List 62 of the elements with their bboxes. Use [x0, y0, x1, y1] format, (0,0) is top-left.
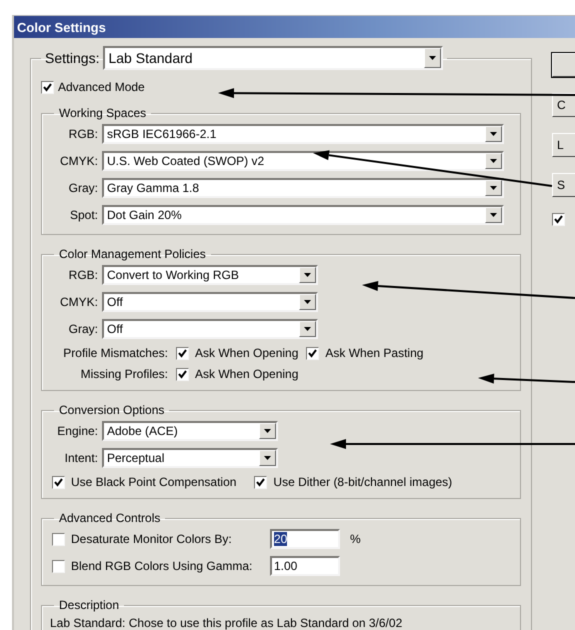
caret-icon [429, 56, 436, 60]
dropdown[interactable]: Perceptual [102, 448, 278, 468]
field-label: RGB: [68, 127, 98, 141]
checkbox[interactable] [52, 476, 65, 488]
checkbox-label: Ask When Opening [195, 367, 298, 381]
checkbox[interactable] [176, 346, 189, 360]
settings-label: Settings: [45, 50, 100, 66]
dropdown[interactable]: Lab Standard [103, 46, 444, 70]
dropdown[interactable]: Convert to Working RGB [102, 265, 318, 285]
field-label: Engine: [56, 424, 98, 438]
checkbox[interactable] [306, 346, 320, 360]
caret-icon [304, 300, 311, 304]
caret-icon [264, 456, 271, 460]
number-field[interactable]: 1.00 [270, 556, 340, 576]
unit-label: % [350, 532, 361, 546]
dialog-button[interactable]: C [552, 93, 575, 117]
field-label: Gray: [68, 322, 98, 336]
group-title: Conversion Options [58, 403, 166, 417]
caret-icon [264, 429, 271, 433]
checkbox[interactable] [52, 532, 65, 546]
dropdown[interactable]: Adobe (ACE) [102, 421, 278, 441]
description-text: Lab Standard: Chose to use this profile as Lab Standard on 3/6/02 [50, 616, 404, 630]
group-title: Advanced Controls [58, 511, 162, 525]
dropdown[interactable]: Off [102, 292, 318, 312]
dropdown[interactable]: Gray Gamma 1.8 [102, 178, 504, 198]
checkbox[interactable] [52, 560, 65, 572]
caret-icon [490, 186, 497, 190]
window-title: Color Settings [14, 16, 575, 38]
caret-icon [490, 159, 497, 163]
field-label: Gray: [68, 181, 98, 195]
checkbox[interactable] [41, 80, 54, 94]
field-label: CMYK: [58, 295, 98, 309]
field-label: Intent: [64, 451, 98, 465]
field-label: Profile Mismatches: [62, 346, 168, 360]
field-label: CMYK: [58, 154, 98, 168]
checkbox-label: Advanced Mode [58, 80, 145, 94]
dialog-button[interactable]: L [552, 133, 575, 157]
dropdown[interactable]: U.S. Web Coated (SWOP) v2 [102, 151, 504, 171]
caret-icon [304, 273, 311, 277]
checkbox[interactable] [552, 213, 565, 226]
checkbox-label: Use Dither (8-bit/channel images) [273, 475, 452, 489]
dropdown[interactable]: sRGB IEC61966-2.1 [102, 124, 504, 144]
checkbox[interactable] [254, 476, 268, 488]
caret-icon [490, 213, 497, 217]
checkbox-label: Desaturate Monitor Colors By: [71, 532, 232, 546]
field-label: Spot: [68, 208, 98, 222]
checkbox-label: Ask When Pasting [325, 346, 424, 360]
checkbox[interactable] [176, 368, 189, 380]
group-title: Description [58, 598, 120, 612]
dropdown[interactable]: Dot Gain 20% [102, 205, 504, 225]
group-title: Color Management Policies [58, 247, 207, 261]
group-title: Working Spaces [58, 106, 148, 120]
field-label: Missing Profiles: [80, 367, 168, 381]
caret-icon [304, 327, 311, 331]
caret-icon [490, 132, 497, 136]
number-field[interactable]: 20 [270, 529, 340, 549]
checkbox-label: Ask When Opening [195, 346, 298, 360]
checkbox-label: Blend RGB Colors Using Gamma: [71, 559, 252, 573]
checkbox-label: Use Black Point Compensation [71, 475, 236, 489]
dropdown[interactable]: Off [102, 319, 318, 339]
field-label: RGB: [68, 268, 98, 282]
dialog-button[interactable]: S [552, 173, 575, 197]
